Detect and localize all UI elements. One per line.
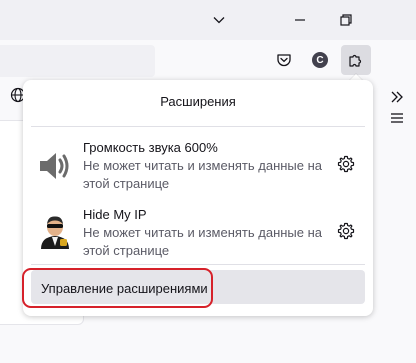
- puzzle-piece-icon: [349, 54, 362, 67]
- minimize-button[interactable]: [280, 4, 320, 36]
- minimize-icon: [295, 19, 305, 21]
- double-chevron-right-icon: [391, 91, 403, 103]
- title-bar: [0, 0, 416, 40]
- extension-settings-button[interactable]: [335, 220, 357, 242]
- extensions-button[interactable]: [341, 45, 371, 75]
- chevron-down-icon: [213, 17, 225, 24]
- account-button[interactable]: C: [305, 45, 335, 75]
- extension-name: Hide My IP: [83, 207, 147, 222]
- panel-title: Расширения: [160, 94, 236, 109]
- extension-item-volume[interactable]: Громкость звука 600% Не может читать и и…: [31, 140, 365, 200]
- gear-icon: [337, 155, 355, 173]
- overflow-button[interactable]: [384, 84, 410, 110]
- extension-name: Громкость звука 600%: [83, 140, 218, 155]
- gear-icon: [337, 222, 355, 240]
- pocket-icon: [277, 54, 291, 67]
- highlight-annotation: [22, 268, 213, 308]
- tab-list-button[interactable]: [199, 4, 239, 36]
- panel-divider: [31, 126, 365, 127]
- extension-settings-button[interactable]: [335, 153, 357, 175]
- speaker-icon: [40, 153, 69, 179]
- extension-description: Не может читать и изменять данные на это…: [83, 158, 323, 191]
- hamburger-menu-icon: [391, 113, 403, 123]
- pocket-button[interactable]: [269, 45, 299, 75]
- address-bar[interactable]: [0, 45, 155, 77]
- panel-divider: [31, 264, 365, 265]
- extension-description: Не может читать и изменять данные на это…: [83, 225, 323, 258]
- account-avatar: C: [312, 52, 328, 68]
- extension-item-hide-my-ip[interactable]: Hide My IP Не может читать и изменять да…: [31, 207, 365, 267]
- app-menu-button[interactable]: [384, 108, 410, 128]
- restore-button[interactable]: [326, 4, 366, 36]
- agent-avatar-icon: [41, 216, 69, 249]
- restore-icon: [340, 14, 352, 26]
